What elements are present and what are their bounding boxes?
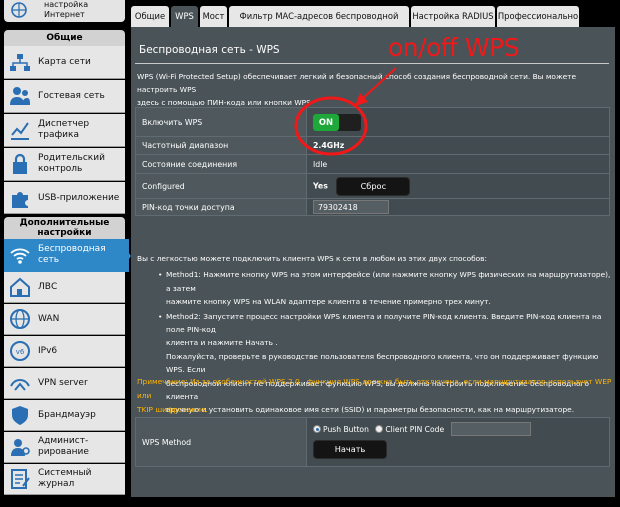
client-pin-input[interactable] (450, 422, 531, 436)
pin-label: PIN-код точки доступа (135, 198, 307, 216)
sidebar-item-internet-setup[interactable]: настройка Интернет (4, 0, 125, 22)
sidebar-item-guest-network[interactable]: Гостевая сеть (4, 80, 125, 113)
client-pin-radio[interactable] (375, 425, 384, 433)
wps-settings-table: Включить WPS ON Частотный диапазон 2.4GH… (135, 107, 610, 216)
wps-method-label: WPS Method (135, 417, 307, 467)
sidebar-item-label: Системный журнал (38, 468, 92, 489)
sidebar-item-usb-application[interactable]: USB-приложение (4, 182, 125, 214)
wifi-icon (10, 248, 30, 264)
band-value: 2.4GHz (306, 136, 610, 155)
sidebar-item-label: IPv6 (38, 346, 58, 356)
tab-general[interactable]: Общие (131, 6, 169, 27)
status-value: Idle (306, 154, 610, 174)
sidebar-item-label: ЛВС (38, 282, 58, 292)
sidebar-item-system-log[interactable]: Системный журнал (4, 464, 125, 495)
enable-wps-label: Включить WPS (135, 107, 307, 137)
admin-icon (11, 439, 30, 456)
home-icon (10, 277, 30, 297)
sidebar-item-label: Гостевая сеть (38, 91, 105, 101)
sidebar-item-label: Админист-рирование (38, 436, 89, 457)
method1-item: Method1: Нажмите кнопку WPS на этом инте… (137, 268, 612, 308)
status-label: Состояние соединения (135, 154, 307, 174)
configured-value: Yes (313, 181, 328, 190)
page-description: WPS (Wi-Fi Protected Setup) обеспечивает… (137, 72, 577, 107)
sidebar-header-general: Общие (4, 30, 125, 46)
sidebar-item-label: WAN (38, 314, 60, 324)
guest-network-icon (10, 87, 30, 105)
push-button-label: Push Button (323, 424, 369, 434)
annotation-label: on/off WPS (388, 33, 520, 62)
client-pin-label: Client PIN Code (385, 424, 445, 434)
page-title: Беспроводная сеть - WPS (139, 44, 280, 56)
ipv6-icon: v6 (10, 341, 30, 361)
sidebar-item-label: настройка Интернет (44, 0, 89, 19)
traffic-manager-icon (11, 122, 29, 140)
band-label: Частотный диапазон (135, 136, 307, 155)
wps-method-table: WPS Method Push Button Client PIN Code Н… (135, 417, 610, 467)
tab-mac-filter[interactable]: Фильтр MAC-адресов беспроводной сети (229, 6, 409, 42)
sidebar-item-wireless[interactable]: Беспроводная сеть (4, 239, 129, 272)
sidebar-item-label: Брандмауэр (38, 410, 96, 420)
log-icon (11, 469, 30, 489)
sidebar-item-label: Диспетчер трафика (38, 119, 90, 140)
toggle-state: ON (313, 113, 339, 131)
sidebar-item-wan[interactable]: WAN (4, 304, 125, 335)
configured-label: Configured (135, 173, 307, 199)
instructions-intro: Вы с легкостью можете подключить клиента… (137, 254, 488, 263)
main-content: Общие WPS Мост Фильтр MAC-адресов беспро… (131, 0, 615, 507)
sidebar-item-label: Родительский контроль (38, 153, 105, 174)
tab-professional[interactable]: Профессионально (497, 6, 579, 27)
sidebar-item-parental-control[interactable]: Родительский контроль (4, 148, 125, 181)
sidebar-item-label: Беспроводная сеть (38, 244, 106, 265)
globe-icon (10, 309, 30, 329)
sidebar-item-firewall[interactable]: Брандмауэр (4, 400, 125, 431)
sidebar-header-advanced: Дополнительные настройки (4, 217, 125, 239)
sidebar-item-administration[interactable]: Админист-рирование (4, 432, 125, 463)
shield-icon (12, 406, 28, 425)
wps-note: Примечание: Из за особенностей WPS 2.0 ,… (137, 377, 612, 414)
sidebar-item-traffic-manager[interactable]: Диспетчер трафика (4, 114, 125, 147)
wps-toggle[interactable]: ON (313, 113, 361, 131)
puzzle-icon (12, 192, 28, 208)
lock-icon (13, 153, 27, 174)
tab-wps[interactable]: WPS (171, 6, 198, 27)
sidebar-item-lan[interactable]: ЛВС (4, 272, 125, 303)
svg-text:v6: v6 (16, 348, 25, 356)
start-button[interactable]: Начать (313, 440, 387, 459)
globe-icon (11, 2, 27, 18)
sidebar-item-label: Карта сети (38, 57, 91, 67)
divider (135, 63, 609, 64)
sidebar-item-network-map[interactable]: Карта сети (4, 46, 125, 79)
sidebar-item-label: VPN server (38, 378, 88, 388)
vpn-icon (10, 379, 30, 391)
wps-panel: Беспроводная сеть - WPS WPS (Wi-Fi Prote… (131, 27, 615, 497)
network-map-icon (10, 54, 30, 71)
pin-value: 79302418 (313, 200, 389, 214)
reset-button[interactable]: Сброс (336, 176, 411, 196)
tab-bridge[interactable]: Мост (200, 6, 227, 27)
sidebar-item-vpn-server[interactable]: VPN server (4, 368, 125, 399)
tab-radius[interactable]: Настройка RADIUS (411, 6, 495, 27)
sidebar: настройка Интернет Общие Карта сети Госте… (0, 0, 131, 507)
sidebar-item-label: USB-приложение (38, 193, 120, 203)
sidebar-item-ipv6[interactable]: v6 IPv6 (4, 336, 125, 367)
push-button-radio[interactable] (313, 425, 321, 433)
